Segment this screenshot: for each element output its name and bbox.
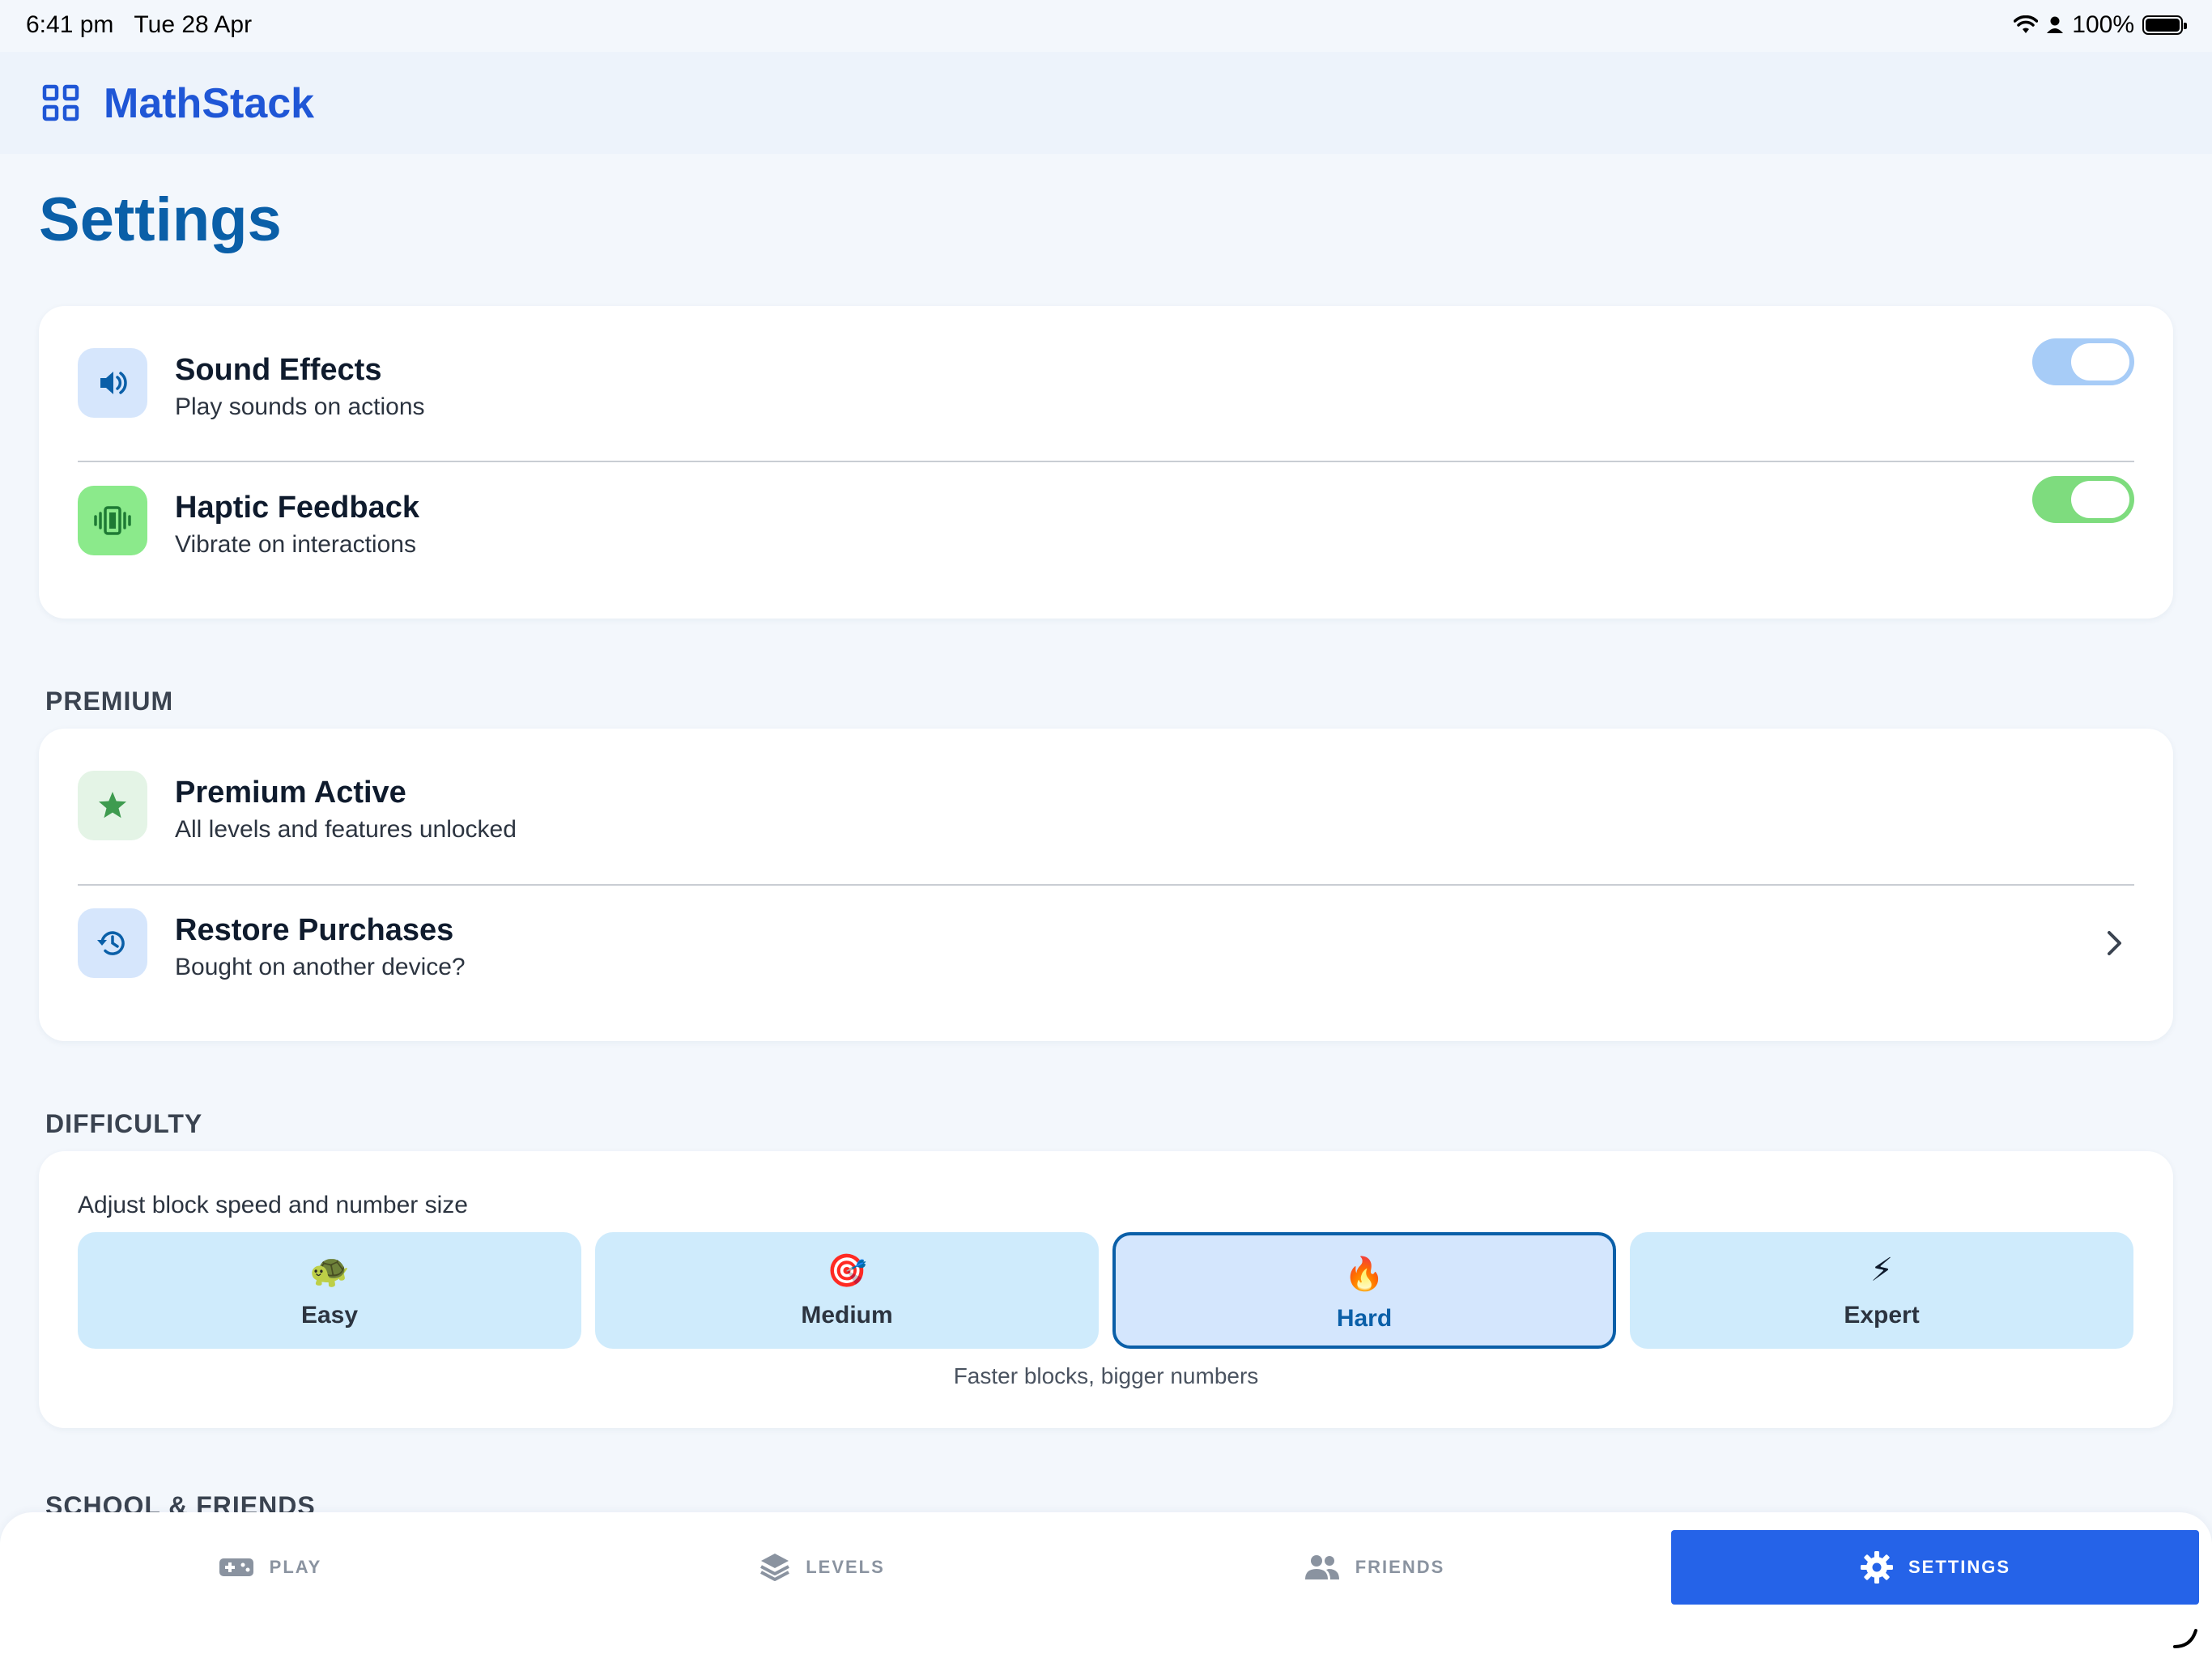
toggle-knob — [2071, 343, 2129, 380]
difficulty-section-label: DIFFICULTY — [45, 1109, 203, 1138]
difficulty-card: Adjust block speed and number size 🐢 Eas… — [39, 1151, 2173, 1428]
people-icon — [1304, 1555, 1339, 1579]
sound-effects-toggle[interactable] — [2032, 338, 2134, 385]
premium-active-subtitle: All levels and features unlocked — [175, 816, 517, 843]
chevron-right-icon — [2108, 931, 2121, 955]
premium-icon-box — [78, 771, 147, 840]
premium-active-row: Premium Active All levels and features u… — [78, 737, 2134, 874]
tab-levels[interactable]: LEVELS — [552, 1530, 1091, 1605]
premium-active-title: Premium Active — [175, 776, 406, 810]
tab-friends-label: FRIENDS — [1355, 1557, 1445, 1577]
sound-effects-subtitle: Play sounds on actions — [175, 393, 425, 420]
speaker-icon — [100, 372, 127, 394]
status-date: Tue 28 Apr — [134, 11, 253, 38]
tab-settings[interactable]: SETTINGS — [1671, 1530, 2199, 1605]
haptic-icon-box — [78, 486, 147, 555]
toggles-card: Sound Effects Play sounds on actions Hap… — [39, 306, 2173, 619]
status-bar: 6:41 pm Tue 28 Apr 100% — [0, 0, 2212, 52]
resize-handle-icon — [2173, 1629, 2197, 1648]
tab-play[interactable]: PLAY — [0, 1530, 539, 1605]
tab-play-label: PLAY — [269, 1557, 322, 1577]
restore-icon-box — [78, 908, 147, 978]
premium-card: Premium Active All levels and features u… — [39, 729, 2173, 1041]
page-title: Settings — [39, 185, 282, 254]
grid-icon[interactable] — [42, 84, 79, 121]
wifi-icon — [2014, 15, 2039, 33]
difficulty-hard-button[interactable]: 🔥 Hard — [1112, 1232, 1616, 1349]
sound-icon-box — [78, 348, 147, 418]
difficulty-hard-label: Hard — [1336, 1305, 1393, 1332]
difficulty-medium-label: Medium — [801, 1302, 893, 1329]
tab-friends[interactable]: FRIENDS — [1104, 1530, 1644, 1605]
person-icon — [2047, 16, 2064, 33]
restore-icon — [97, 931, 125, 955]
gear-icon — [1860, 1551, 1893, 1584]
sound-effects-row: Sound Effects Play sounds on actions — [78, 314, 2134, 452]
difficulty-medium-button[interactable]: 🎯 Medium — [595, 1232, 1099, 1349]
difficulty-caption: Adjust block speed and number size — [78, 1192, 468, 1218]
app-bar: MathStack — [0, 52, 2212, 154]
difficulty-expert-button[interactable]: ⚡ Expert — [1630, 1232, 2133, 1349]
star-icon — [99, 792, 126, 818]
toggle-knob — [2071, 481, 2129, 518]
haptic-feedback-row: Haptic Feedback Vibrate on interactions — [78, 452, 2134, 589]
restore-purchases-subtitle: Bought on another device? — [175, 954, 466, 980]
difficulty-description: Faster blocks, bigger numbers — [953, 1363, 1259, 1388]
turtle-icon: 🐢 — [309, 1253, 350, 1289]
fire-icon: 🔥 — [1344, 1256, 1385, 1292]
status-indicators: 100% — [2014, 11, 2187, 39]
difficulty-easy-label: Easy — [300, 1302, 359, 1329]
layers-icon — [760, 1554, 790, 1581]
haptic-feedback-subtitle: Vibrate on interactions — [175, 531, 416, 558]
haptic-feedback-toggle[interactable] — [2032, 476, 2134, 523]
battery-icon — [2142, 15, 2187, 35]
app-title: MathStack — [104, 80, 315, 127]
restore-purchases-row[interactable]: Restore Purchases Bought on another devi… — [78, 874, 2134, 1012]
lightning-icon: ⚡ — [1870, 1252, 1894, 1288]
vibrate-icon — [94, 506, 131, 535]
premium-section-label: PREMIUM — [45, 687, 174, 716]
haptic-feedback-title: Haptic Feedback — [175, 491, 419, 525]
battery-percent: 100% — [2072, 11, 2134, 38]
difficulty-expert-label: Expert — [1844, 1302, 1920, 1329]
tab-levels-label: LEVELS — [806, 1557, 885, 1577]
sound-effects-title: Sound Effects — [175, 353, 382, 387]
gamepad-icon — [219, 1558, 253, 1576]
tab-bar: PLAY LEVELS FRIENDS SETTINGS — [0, 1512, 2212, 1658]
difficulty-easy-button[interactable]: 🐢 Easy — [78, 1232, 581, 1349]
tab-settings-label: SETTINGS — [1908, 1557, 2010, 1577]
status-time: 6:41 pm Tue 28 Apr — [26, 11, 253, 38]
target-icon: 🎯 — [827, 1253, 867, 1289]
restore-purchases-title: Restore Purchases — [175, 913, 454, 947]
